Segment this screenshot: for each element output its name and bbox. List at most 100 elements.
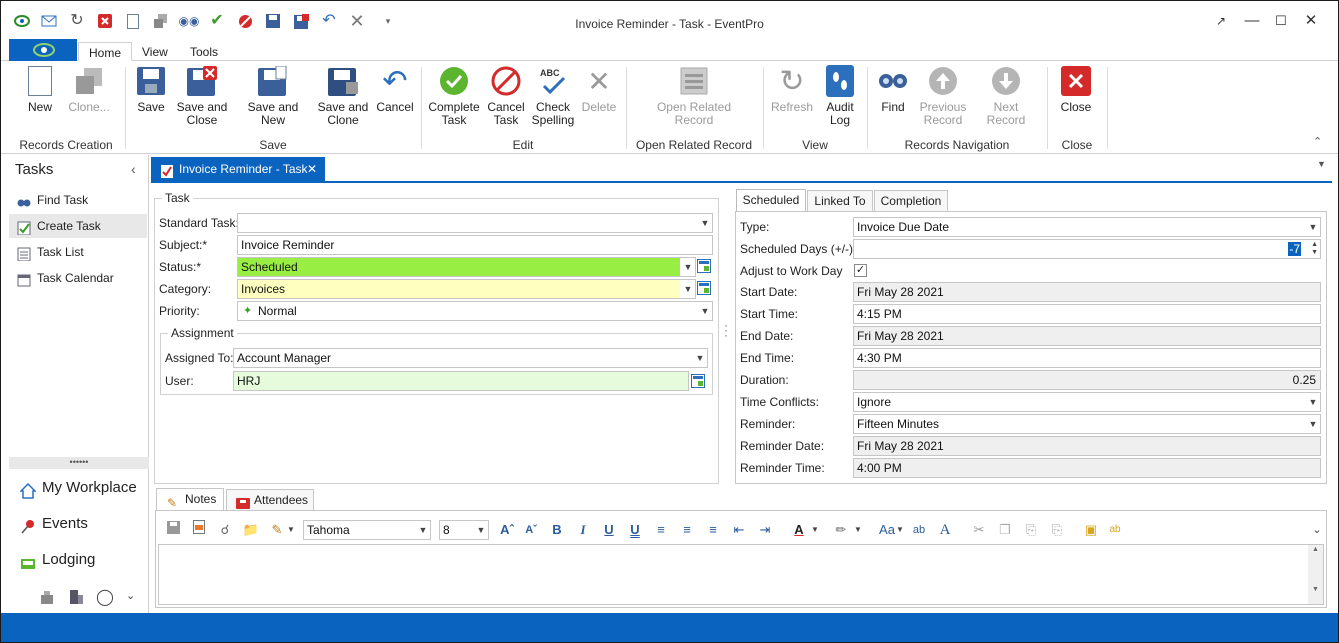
print-preview-icon[interactable]: ☌ xyxy=(215,520,235,540)
module-lodging[interactable]: Lodging xyxy=(9,545,147,575)
module-chat-icon[interactable]: ◯ xyxy=(96,587,114,607)
export-pdf-icon[interactable] xyxy=(189,520,209,540)
clear-formatting-icon[interactable]: A xyxy=(935,520,955,540)
audit-log-button[interactable]: Audit Log xyxy=(819,65,861,127)
category-select[interactable]: Invoices ▼ xyxy=(237,279,696,299)
tab-view[interactable]: View xyxy=(132,42,178,61)
save-and-new-button[interactable]: Save and New xyxy=(235,65,311,127)
end-time-input[interactable]: 4:30 PM xyxy=(853,348,1321,368)
subject-input[interactable]: Invoice Reminder xyxy=(237,235,713,255)
next-record-button[interactable]: Next Record xyxy=(973,65,1039,127)
grow-font-icon[interactable]: Aˆ xyxy=(497,520,517,540)
notes-editor[interactable] xyxy=(158,544,1324,605)
font-family-select[interactable]: Tahoma ▼ xyxy=(303,520,431,540)
module-my-workplace[interactable]: My Workplace xyxy=(9,473,147,503)
copy-icon[interactable]: ❐ xyxy=(995,520,1015,540)
spell-check-icon[interactable]: ab xyxy=(909,520,929,540)
bold-icon[interactable]: B xyxy=(547,520,567,540)
bullets-icon[interactable]: ≡ xyxy=(651,520,671,540)
maximize-icon[interactable]: ☐ xyxy=(1271,11,1291,31)
save-and-close-button[interactable]: Save and Close xyxy=(176,65,228,127)
save-icon[interactable] xyxy=(163,520,183,540)
refresh-button[interactable]: ↻ Refresh xyxy=(769,65,815,114)
italic-icon[interactable]: I xyxy=(573,520,593,540)
find-button[interactable]: Find xyxy=(873,65,913,114)
time-conflicts-select[interactable]: Ignore ▼ xyxy=(853,392,1321,412)
double-underline-icon[interactable]: U xyxy=(625,520,645,540)
previous-record-button[interactable]: Previous Record xyxy=(917,65,969,127)
window-close-icon[interactable]: ✕ xyxy=(1301,11,1321,31)
sidebar-item-find-task[interactable]: Find Task xyxy=(9,188,147,212)
module-venue-icon[interactable] xyxy=(39,589,55,605)
module-events[interactable]: Events xyxy=(9,509,147,539)
open-folder-icon[interactable]: 📁 xyxy=(241,520,261,540)
minimize-icon[interactable]: — xyxy=(1242,11,1262,31)
application-menu-button[interactable] xyxy=(9,39,77,61)
toolbar-expand-icon[interactable]: ⌄ xyxy=(1307,520,1327,540)
tab-close-icon[interactable]: ✕ xyxy=(307,157,317,181)
assigned-to-select[interactable]: Account Manager ▼ xyxy=(233,348,708,368)
chevron-down-icon[interactable]: ▼ xyxy=(810,520,820,540)
reminder-select[interactable]: Fifteen Minutes ▼ xyxy=(853,414,1321,434)
sidebar-item-create-task[interactable]: Create Task xyxy=(9,214,147,238)
start-date-field[interactable]: Fri May 28 2021 xyxy=(853,282,1321,302)
standard-task-select[interactable]: ▼ xyxy=(237,213,713,233)
status-lookup-icon[interactable] xyxy=(697,259,711,273)
duration-field[interactable]: 0.25 xyxy=(853,370,1321,390)
format-painter-icon[interactable]: ✎ xyxy=(267,520,287,540)
paste-special-icon[interactable]: ⎘ xyxy=(1047,520,1067,540)
splitter-grip-icon[interactable]: · · · xyxy=(724,319,728,341)
spinner-arrows-icon[interactable]: ▲ ▼ xyxy=(1311,241,1318,257)
underline-icon[interactable]: U xyxy=(599,520,619,540)
priority-select[interactable]: ✦ Normal ▼ xyxy=(237,301,713,321)
save-button[interactable]: Save xyxy=(133,65,169,114)
cut-icon[interactable]: ✂ xyxy=(969,520,989,540)
sidebar-item-task-calendar[interactable]: Task Calendar xyxy=(9,266,147,290)
font-size-select[interactable]: 8 ▼ xyxy=(439,520,489,540)
complete-task-button[interactable]: Complete Task xyxy=(428,65,480,127)
restore-window-icon[interactable]: ↗ xyxy=(1211,11,1231,31)
cancel-task-button[interactable]: Cancel Task xyxy=(484,65,528,127)
tab-attendees[interactable]: Attendees xyxy=(226,489,314,511)
insert-text-icon[interactable]: ab xyxy=(1105,520,1125,540)
multilevel-list-icon[interactable]: ≡ xyxy=(703,520,723,540)
chevron-down-icon[interactable]: ▼ xyxy=(853,520,863,540)
insert-field-icon[interactable]: ▣ xyxy=(1081,520,1101,540)
pane-splitter[interactable]: •••••• xyxy=(9,457,149,469)
document-tab[interactable]: Invoice Reminder - Task ✕ xyxy=(151,157,325,181)
sidebar-item-task-list[interactable]: Task List xyxy=(9,240,147,264)
tabs-dropdown-icon[interactable]: ▼ xyxy=(1317,159,1326,169)
module-accounts-icon[interactable] xyxy=(68,589,84,605)
shrink-font-icon[interactable]: Aˇ xyxy=(521,520,541,540)
tab-notes[interactable]: ✎ Notes xyxy=(156,488,224,510)
numbering-icon[interactable]: ≡ xyxy=(677,520,697,540)
tab-linked-to[interactable]: Linked To xyxy=(807,190,873,212)
tab-scheduled[interactable]: Scheduled xyxy=(736,189,806,211)
save-and-clone-button[interactable]: Save and Clone xyxy=(317,65,369,127)
reminder-time-field[interactable]: 4:00 PM xyxy=(853,458,1321,478)
scheduled-days-spinner[interactable]: -7 ▲ ▼ xyxy=(853,239,1321,259)
notes-scrollbar[interactable]: ▲ ▼ xyxy=(1308,545,1323,604)
clone-button[interactable]: Clone... xyxy=(63,65,115,114)
more-modules-chevron-icon[interactable]: ⌄ xyxy=(126,589,135,602)
cancel-button[interactable]: ↶ Cancel xyxy=(375,65,415,114)
chevron-down-icon[interactable]: ▼ xyxy=(895,520,905,540)
tab-home[interactable]: Home xyxy=(78,42,133,61)
collapse-ribbon-icon[interactable]: ⌃ xyxy=(1313,135,1322,148)
adjust-work-day-checkbox[interactable]: ✓ xyxy=(854,264,867,277)
increase-indent-icon[interactable]: ⇥ xyxy=(755,520,775,540)
tab-tools[interactable]: Tools xyxy=(180,42,228,61)
close-button[interactable]: Close xyxy=(1055,65,1097,114)
user-lookup-icon[interactable] xyxy=(691,374,705,388)
font-color-icon[interactable]: A xyxy=(789,520,809,540)
delete-button[interactable]: ✕ Delete xyxy=(579,65,619,114)
status-select[interactable]: Scheduled ▼ xyxy=(237,257,696,277)
user-input[interactable]: HRJ xyxy=(233,371,689,391)
reminder-date-field[interactable]: Fri May 28 2021 xyxy=(853,436,1321,456)
highlight-icon[interactable]: ✏ xyxy=(831,520,851,540)
paste-icon[interactable]: ⎘ xyxy=(1021,520,1041,540)
open-related-record-button[interactable]: Open Related Record xyxy=(653,65,735,127)
tab-completion[interactable]: Completion xyxy=(874,190,948,212)
chevron-down-icon[interactable]: ▼ xyxy=(286,520,296,540)
category-lookup-icon[interactable] xyxy=(697,281,711,295)
